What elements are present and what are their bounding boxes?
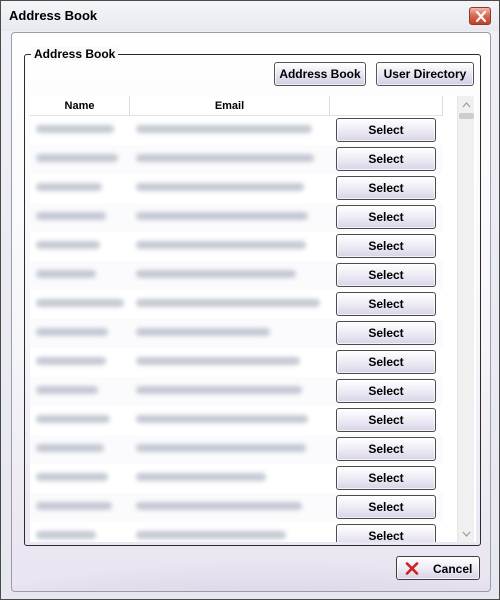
close-button[interactable] bbox=[469, 7, 491, 25]
dialog-body: Address Book Address Book User Directory… bbox=[11, 32, 491, 592]
select-button[interactable]: Select bbox=[336, 321, 436, 345]
red-x-icon bbox=[405, 562, 419, 575]
redacted-name-cell bbox=[36, 357, 106, 365]
grid-rows: Select Select Select Select Select Select Sele… bbox=[30, 116, 443, 542]
select-button[interactable]: Select bbox=[336, 292, 436, 316]
address-book-button[interactable]: Address Book bbox=[274, 62, 366, 86]
table-row[interactable]: Select bbox=[30, 377, 443, 406]
redacted-email-cell bbox=[136, 502, 302, 510]
table-row[interactable]: Select bbox=[30, 319, 443, 348]
redacted-name-cell bbox=[36, 386, 98, 394]
column-header-name[interactable]: Name bbox=[30, 96, 130, 116]
redacted-email-cell bbox=[136, 328, 270, 336]
redacted-email-cell bbox=[136, 183, 304, 191]
redacted-email-cell bbox=[136, 125, 312, 133]
table-row[interactable]: Select bbox=[30, 290, 443, 319]
table-row[interactable]: Select bbox=[30, 493, 443, 522]
select-button[interactable]: Select bbox=[336, 234, 436, 258]
select-button[interactable]: Select bbox=[336, 524, 436, 542]
scrollbar-thumb[interactable] bbox=[459, 113, 474, 119]
table-row[interactable]: Select bbox=[30, 348, 443, 377]
redacted-email-cell bbox=[136, 241, 306, 249]
select-button[interactable]: Select bbox=[336, 437, 436, 461]
select-button[interactable]: Select bbox=[336, 147, 436, 171]
column-header-action bbox=[330, 96, 443, 116]
table-row[interactable]: Select bbox=[30, 203, 443, 232]
user-directory-button[interactable]: User Directory bbox=[376, 62, 474, 86]
cancel-label: Cancel bbox=[433, 562, 473, 576]
column-header-email[interactable]: Email bbox=[130, 96, 330, 116]
table-row[interactable]: Select bbox=[30, 435, 443, 464]
group-label: Address Book bbox=[31, 47, 119, 61]
redacted-name-cell bbox=[36, 328, 108, 336]
select-button[interactable]: Select bbox=[336, 408, 436, 432]
redacted-name-cell bbox=[36, 531, 96, 539]
redacted-name-cell bbox=[36, 183, 102, 191]
select-button[interactable]: Select bbox=[336, 205, 436, 229]
redacted-email-cell bbox=[136, 357, 300, 365]
select-button[interactable]: Select bbox=[336, 466, 436, 490]
table-row[interactable]: Select bbox=[30, 406, 443, 435]
vertical-scrollbar[interactable] bbox=[457, 96, 474, 542]
address-book-window: Address Book Address Book Address Book U… bbox=[0, 0, 500, 600]
redacted-name-cell bbox=[36, 270, 96, 278]
redacted-name-cell bbox=[36, 212, 106, 220]
title-bar[interactable]: Address Book bbox=[1, 1, 499, 31]
redacted-email-cell bbox=[136, 531, 286, 539]
scroll-down-arrow-icon[interactable] bbox=[458, 525, 475, 542]
redacted-email-cell bbox=[136, 299, 320, 307]
table-row[interactable]: Select bbox=[30, 174, 443, 203]
redacted-email-cell bbox=[136, 270, 296, 278]
table-row[interactable]: Select bbox=[30, 232, 443, 261]
grid-header: Name Email bbox=[30, 96, 443, 116]
redacted-name-cell bbox=[36, 299, 124, 307]
redacted-name-cell bbox=[36, 473, 108, 481]
select-button[interactable]: Select bbox=[336, 263, 436, 287]
close-x-icon bbox=[475, 11, 487, 22]
table-row[interactable]: Select bbox=[30, 145, 443, 174]
table-row[interactable]: Select bbox=[30, 464, 443, 493]
redacted-email-cell bbox=[136, 444, 306, 452]
select-button[interactable]: Select bbox=[336, 350, 436, 374]
select-button[interactable]: Select bbox=[336, 379, 436, 403]
redacted-name-cell bbox=[36, 154, 118, 162]
redacted-name-cell bbox=[36, 444, 104, 452]
redacted-name-cell bbox=[36, 415, 110, 423]
contacts-grid: Name Email Select Select Select Select Selec… bbox=[30, 96, 476, 542]
table-row[interactable]: Select bbox=[30, 261, 443, 290]
table-row[interactable]: Select bbox=[30, 116, 443, 145]
cancel-button[interactable]: Cancel bbox=[396, 556, 480, 580]
redacted-email-cell bbox=[136, 415, 308, 423]
redacted-email-cell bbox=[136, 212, 308, 220]
scroll-up-arrow-icon[interactable] bbox=[458, 96, 475, 113]
redacted-email-cell bbox=[136, 154, 314, 162]
select-button[interactable]: Select bbox=[336, 118, 436, 142]
select-button[interactable]: Select bbox=[336, 176, 436, 200]
redacted-name-cell bbox=[36, 125, 114, 133]
table-row[interactable]: Select bbox=[30, 522, 443, 542]
redacted-name-cell bbox=[36, 241, 100, 249]
select-button[interactable]: Select bbox=[336, 495, 436, 519]
redacted-name-cell bbox=[36, 502, 112, 510]
window-title: Address Book bbox=[9, 8, 98, 23]
redacted-email-cell bbox=[136, 386, 302, 394]
redacted-email-cell bbox=[136, 473, 266, 481]
